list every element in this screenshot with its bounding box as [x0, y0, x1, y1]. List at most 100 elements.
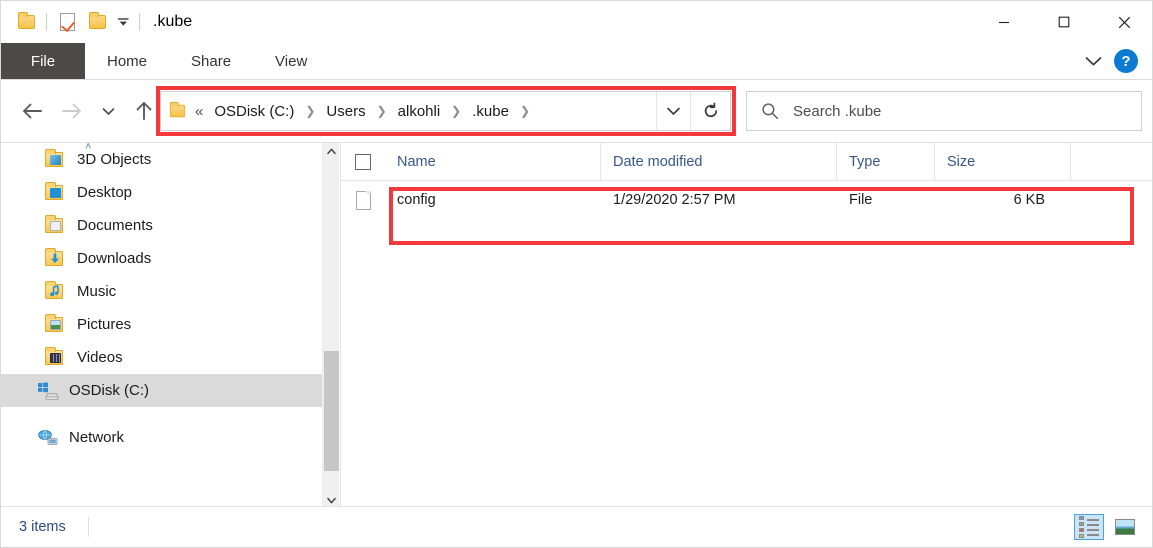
tab-share[interactable]: Share — [169, 43, 253, 79]
column-header-name[interactable]: Name — [385, 143, 601, 181]
sidebar-item-videos[interactable]: Videos — [1, 341, 339, 374]
breadcrumb-separator-1[interactable]: ❯ — [368, 104, 396, 118]
view-mode-buttons — [1074, 514, 1153, 540]
file-explorer-window: .kube File Home Share View — [0, 0, 1153, 548]
folder-music-icon — [45, 284, 67, 299]
scroll-up-icon[interactable] — [323, 143, 339, 160]
tab-file[interactable]: File — [1, 43, 85, 79]
folder-3dobjects-icon — [45, 152, 67, 167]
sidebar-item-osdisk[interactable]: OSDisk (C:) — [1, 374, 339, 407]
tab-home[interactable]: Home — [85, 43, 169, 79]
qat-separator-1 — [46, 13, 47, 31]
scrollbar-thumb[interactable] — [324, 351, 339, 471]
sidebar-item-label: Network — [69, 430, 124, 445]
sidebar-item-label: Music — [77, 284, 116, 299]
status-bar: 3 items — [1, 506, 1153, 547]
search-box[interactable]: Search .kube — [746, 91, 1142, 131]
sidebar-item-desktop[interactable]: Desktop — [1, 176, 339, 209]
window-controls — [974, 1, 1153, 43]
file-icon — [341, 181, 385, 219]
address-dropdown-chevron-down-icon[interactable] — [656, 92, 690, 130]
breadcrumb-item-osdisk[interactable]: OSDisk (C:) — [212, 100, 296, 123]
status-divider — [88, 517, 89, 537]
properties-icon[interactable] — [52, 7, 82, 37]
folder-pictures-icon — [45, 317, 67, 332]
navigation-pane: 3D Objects Desktop Documents — [1, 143, 339, 509]
sidebar-item-3d-objects[interactable]: 3D Objects — [1, 143, 339, 176]
table-row[interactable]: config 1/29/2020 2:57 PM File 6 KB — [341, 181, 1153, 219]
chevron-down-icon[interactable] — [112, 7, 134, 37]
sort-ascending-icon: ˄ — [85, 142, 91, 153]
breadcrumb-overflow-icon[interactable]: « — [195, 103, 203, 120]
tab-view[interactable]: View — [253, 43, 329, 79]
sidebar-item-documents[interactable]: Documents — [1, 209, 339, 242]
breadcrumb-separator-0[interactable]: ❯ — [296, 104, 324, 118]
expand-ribbon-chevron-down-icon[interactable] — [1076, 44, 1110, 78]
breadcrumb-separator-2[interactable]: ❯ — [442, 104, 470, 118]
select-all-checkbox[interactable] — [341, 143, 385, 181]
up-button[interactable] — [127, 94, 161, 128]
ribbon-right-controls: ? — [1076, 43, 1153, 79]
close-button[interactable] — [1094, 1, 1153, 43]
breadcrumb-item-kube[interactable]: .kube — [470, 100, 511, 123]
column-header-filler — [1071, 143, 1153, 181]
folder-desktop-icon — [45, 185, 67, 200]
file-name[interactable]: config — [385, 181, 601, 219]
details-view-button[interactable] — [1074, 514, 1104, 540]
sidebar-item-label: Videos — [77, 350, 123, 365]
sidebar-item-downloads[interactable]: Downloads — [1, 242, 339, 275]
quick-access-toolbar: .kube — [1, 1, 192, 43]
sidebar-item-label: Pictures — [77, 317, 131, 332]
sidebar-item-pictures[interactable]: Pictures — [1, 308, 339, 341]
nav-pane-scrollbar[interactable] — [322, 143, 339, 509]
column-header-date-modified[interactable]: Date modified — [601, 143, 837, 181]
navigation-buttons — [1, 94, 161, 128]
sidebar-item-network[interactable]: Network — [1, 421, 339, 454]
sidebar-item-label: 3D Objects — [77, 152, 151, 167]
help-button[interactable]: ? — [1114, 49, 1138, 73]
sidebar-item-label: Documents — [77, 218, 153, 233]
folder-videos-icon — [45, 350, 67, 365]
folder-documents-icon — [45, 218, 67, 233]
network-icon — [37, 429, 59, 447]
qat-separator-2 — [139, 13, 140, 31]
recent-locations-chevron-down-icon[interactable] — [95, 94, 121, 128]
new-folder-icon[interactable] — [82, 7, 112, 37]
back-button[interactable] — [15, 94, 49, 128]
sidebar-item-label: OSDisk (C:) — [69, 383, 149, 398]
checkbox-icon[interactable] — [355, 154, 371, 170]
breadcrumb-folder-icon — [169, 104, 186, 118]
folder-icon[interactable] — [11, 7, 41, 37]
column-header-row: Name Date modified Type Size — [341, 143, 1153, 181]
breadcrumb: « OSDisk (C:) ❯ Users ❯ alkohli ❯ .kube … — [161, 92, 656, 130]
window-title: .kube — [153, 13, 192, 31]
file-type: File — [837, 181, 935, 219]
folder-downloads-icon — [45, 251, 67, 266]
title-bar: .kube — [1, 1, 1153, 43]
file-date-modified: 1/29/2020 2:57 PM — [601, 181, 837, 219]
thumbnail-view-button[interactable] — [1110, 514, 1140, 540]
column-header-size[interactable]: Size — [935, 143, 1071, 181]
sidebar-item-music[interactable]: Music — [1, 275, 339, 308]
details-view-icon — [1079, 516, 1099, 538]
column-header-type[interactable]: Type — [837, 143, 935, 181]
breadcrumb-separator-3[interactable]: ❯ — [511, 104, 539, 118]
file-size: 6 KB — [935, 181, 1071, 219]
minimize-button[interactable] — [974, 1, 1034, 43]
sidebar-item-label: Desktop — [77, 185, 132, 200]
item-count-label: 3 items — [1, 519, 66, 535]
file-list-pane: Name Date modified Type Size config 1/29… — [340, 143, 1153, 509]
forward-button[interactable] — [55, 94, 89, 128]
explorer-body: 3D Objects Desktop Documents — [1, 142, 1153, 508]
ribbon-tabs: File Home Share View ? — [1, 43, 1153, 80]
breadcrumb-item-alkohli[interactable]: alkohli — [396, 100, 443, 123]
maximize-button[interactable] — [1034, 1, 1094, 43]
search-input[interactable]: Search .kube — [793, 103, 881, 120]
refresh-icon[interactable] — [690, 92, 730, 130]
drive-icon — [37, 382, 59, 400]
address-bar[interactable]: « OSDisk (C:) ❯ Users ❯ alkohli ❯ .kube … — [160, 91, 731, 131]
search-icon — [761, 102, 779, 120]
sidebar-item-label: Downloads — [77, 251, 151, 266]
thumbnail-view-icon — [1115, 519, 1135, 535]
breadcrumb-item-users[interactable]: Users — [324, 100, 367, 123]
